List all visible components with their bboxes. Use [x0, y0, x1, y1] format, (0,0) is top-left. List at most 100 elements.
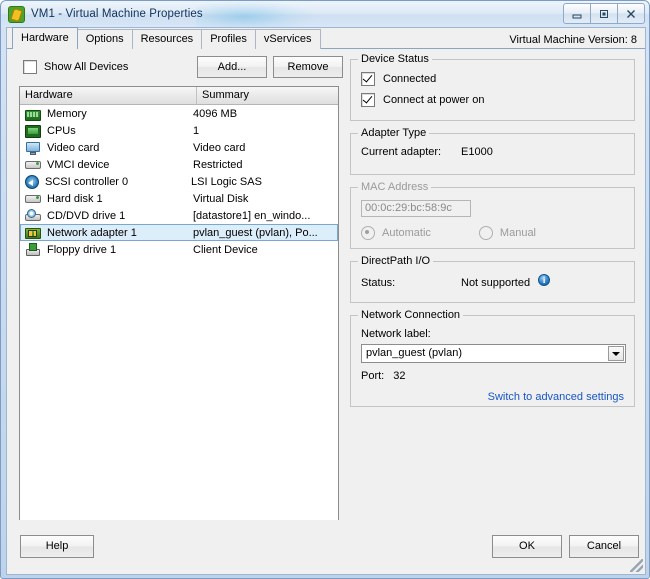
mac-automatic-radio	[361, 226, 375, 240]
window-title: VM1 - Virtual Machine Properties	[31, 8, 203, 20]
vmci-device-icon	[25, 157, 41, 173]
hardware-summary: Restricted	[193, 158, 243, 171]
connect-at-power-on-label: Connect at power on	[383, 94, 485, 106]
title-bar: VM1 - Virtual Machine Properties	[1, 1, 649, 27]
mac-address-input: 00:0c:29:bc:58:9c	[361, 200, 471, 217]
vm-version-label: Virtual Machine Version: 8	[509, 34, 637, 46]
floppy-drive-icon	[25, 242, 41, 258]
hardware-name: Memory	[47, 107, 87, 120]
maximize-icon[interactable]	[590, 3, 618, 24]
network-adapter-icon	[25, 225, 41, 241]
connected-checkbox-box	[361, 72, 375, 86]
mac-manual-radio	[478, 226, 493, 240]
network-connection-legend: Network Connection	[358, 309, 464, 321]
add-device-button[interactable]: Add...	[197, 56, 267, 78]
mac-manual-label: Manual	[499, 227, 536, 239]
device-settings-column: Device Status Connected Connect at power…	[350, 53, 635, 419]
mac-assignment-radios: Automatic Manual	[361, 226, 624, 240]
mac-address-legend: MAC Address	[358, 181, 432, 193]
minimize-icon[interactable]	[563, 3, 591, 24]
info-icon[interactable]	[538, 274, 551, 286]
hardware-summary: pvlan_guest (pvlan), Po...	[193, 226, 318, 239]
tab-profiles[interactable]: Profiles	[201, 29, 256, 49]
vm-properties-window: VM1 - Virtual Machine Properties Hardwar…	[0, 0, 650, 579]
directpath-status-row: Status: Not supported	[361, 274, 624, 289]
tab-vservices-label: vServices	[263, 33, 312, 45]
hardware-summary: Video card	[193, 141, 246, 154]
table-row[interactable]: SCSI controller 0 LSI Logic SAS	[20, 173, 338, 190]
show-all-devices-checkbox[interactable]: Show All Devices	[23, 60, 128, 74]
switch-to-advanced-settings-link[interactable]: Switch to advanced settings	[361, 391, 624, 403]
table-row[interactable]: Hard disk 1 Virtual Disk	[20, 190, 338, 207]
tab-options-label: Options	[85, 33, 124, 45]
close-icon[interactable]	[617, 3, 645, 24]
tab-hardware-label: Hardware	[21, 32, 69, 44]
hardware-name: CPUs	[47, 124, 76, 137]
port-label: Port:	[361, 370, 385, 382]
hardware-name: SCSI controller 0	[45, 175, 129, 188]
column-header-summary[interactable]: Summary	[197, 87, 338, 104]
tab-profiles-label: Profiles	[210, 33, 247, 45]
table-row[interactable]: VMCI device Restricted	[20, 156, 338, 173]
port-row: Port: 32	[361, 370, 624, 382]
hardware-summary: 1	[193, 124, 200, 137]
help-button[interactable]: Help	[20, 535, 94, 558]
show-all-devices-checkbox-box	[23, 60, 37, 74]
chevron-down-icon[interactable]	[608, 346, 624, 361]
hardware-name: Video card	[47, 141, 100, 154]
hardware-summary: Virtual Disk	[193, 192, 249, 205]
network-label-dropdown[interactable]: pvlan_guest (pvlan)	[361, 344, 626, 363]
show-all-devices-label: Show All Devices	[44, 61, 129, 73]
hardware-name: CD/DVD drive 1	[47, 209, 126, 222]
vm-properties-icon	[8, 5, 25, 23]
tab-resources[interactable]: Resources	[131, 29, 203, 49]
hardware-summary: [datastore1] en_windo...	[193, 209, 311, 222]
video-card-icon	[25, 140, 41, 156]
tab-hardware[interactable]: Hardware	[12, 27, 78, 50]
cpu-icon	[25, 125, 41, 138]
resize-grip[interactable]	[630, 559, 643, 572]
table-row[interactable]: Floppy drive 1 Client Device	[20, 241, 338, 258]
connect-at-power-on-checkbox[interactable]: Connect at power on	[361, 93, 624, 107]
cancel-button[interactable]: Cancel	[569, 535, 639, 558]
scsi-controller-icon	[25, 175, 39, 189]
table-row[interactable]: Network adapter 1 pvlan_guest (pvlan), P…	[20, 224, 338, 241]
directpath-io-legend: DirectPath I/O	[358, 255, 434, 267]
remove-device-button[interactable]: Remove	[273, 56, 343, 78]
hardware-summary: Client Device	[193, 243, 258, 256]
tab-resources-label: Resources	[140, 33, 194, 45]
table-row[interactable]: Memory 4096 MB	[20, 105, 338, 122]
table-row[interactable]: CD/DVD drive 1 [datastore1] en_windo...	[20, 207, 338, 224]
current-adapter-row: Current adapter: E1000	[361, 146, 624, 158]
hardware-list[interactable]: Hardware Summary Memory 4096 MB CPUs 1 V…	[19, 86, 339, 558]
tab-strip: Hardware Options Resources Profiles vSer…	[7, 27, 645, 50]
current-adapter-label: Current adapter:	[361, 146, 442, 158]
adapter-type-group: Adapter Type Current adapter: E1000	[350, 127, 635, 175]
ok-button[interactable]: OK	[492, 535, 562, 558]
mac-automatic-label: Automatic	[382, 227, 431, 239]
hardware-summary: LSI Logic SAS	[191, 175, 262, 188]
table-row[interactable]: Video card Video card	[20, 139, 338, 156]
column-header-hardware[interactable]: Hardware	[20, 87, 197, 104]
connected-label: Connected	[383, 73, 437, 85]
network-label-caption: Network label:	[361, 328, 431, 340]
hardware-name: VMCI device	[47, 158, 110, 171]
connected-checkbox[interactable]: Connected	[361, 72, 624, 86]
hardware-toolbar: Show All Devices Add... Remove	[19, 56, 343, 80]
hardware-summary: 4096 MB	[193, 107, 238, 120]
network-label-value: pvlan_guest (pvlan)	[366, 347, 463, 359]
tab-options[interactable]: Options	[76, 29, 133, 49]
directpath-status-label: Status:	[361, 277, 396, 289]
tab-vservices[interactable]: vServices	[254, 29, 321, 49]
cd-dvd-drive-icon	[25, 208, 41, 224]
directpath-io-group: DirectPath I/O Status: Not supported	[350, 255, 635, 303]
connect-at-power-on-checkbox-box	[361, 93, 375, 107]
directpath-status-value: Not supported	[461, 277, 531, 289]
dialog-footer: Help OK Cancel	[6, 520, 646, 575]
hardware-name: Network adapter 1	[47, 226, 137, 239]
hardware-name: Hard disk 1	[47, 192, 103, 205]
device-status-legend: Device Status	[358, 53, 432, 65]
table-row[interactable]: CPUs 1	[20, 122, 338, 139]
memory-icon	[25, 109, 41, 121]
network-connection-group: Network Connection Network label: pvlan_…	[350, 309, 635, 407]
